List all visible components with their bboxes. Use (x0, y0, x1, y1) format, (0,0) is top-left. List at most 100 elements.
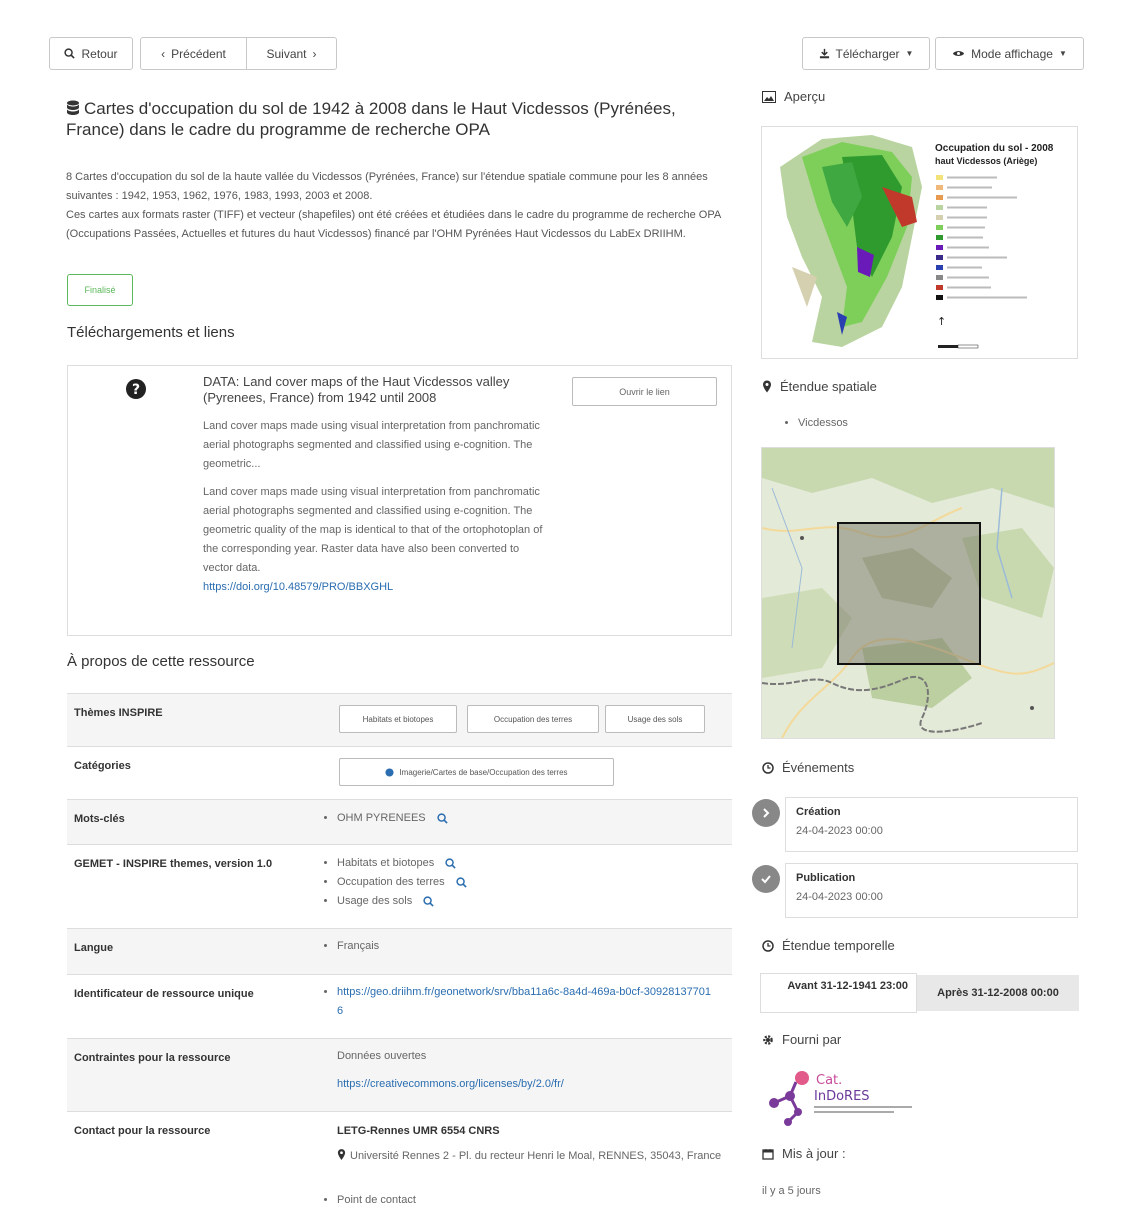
temporal-after: Après 31-12-2008 00:00 (917, 975, 1079, 1011)
spatial-heading: Étendue spatiale (762, 379, 877, 394)
download-label: Télécharger (835, 46, 900, 61)
image-icon (762, 90, 776, 103)
list-item: Français (337, 937, 379, 956)
legend-title: Occupation du sol - 2008 (935, 143, 1054, 154)
category-button[interactable]: Imagerie/Cartes de base/Occupation des t… (339, 758, 614, 786)
doi-link[interactable]: https://doi.org/10.48579/PRO/BBXGHL (203, 581, 393, 593)
places-list: Vicdessos (762, 417, 848, 429)
caret-down-icon: ▼ (905, 49, 914, 58)
map-marker-icon (337, 1149, 346, 1160)
provider-logo-text-2: InDoRES (814, 1089, 870, 1104)
list-item: Occupation des terres (337, 873, 467, 892)
gemet-list: Habitats et biotopes Occupation des terr… (322, 854, 467, 911)
link-title: DATA: Land cover maps of the Haut Vicdes… (203, 374, 510, 405)
provider-logo[interactable]: Cat. InDoRES (762, 1068, 922, 1128)
spatial-heading-text: Étendue spatiale (780, 379, 877, 394)
contact-label: Contact pour la ressource (74, 1125, 211, 1137)
list-item: Usage des sols (337, 892, 467, 911)
search-icon[interactable] (445, 857, 456, 869)
provider-logo-text-1: Cat. (816, 1073, 842, 1088)
gemet-item-3: Usage des sols (337, 895, 413, 907)
row-constraints: Contraintes pour la ressource Données ou… (67, 1038, 732, 1111)
list-item: OHM PYRENEES (337, 809, 448, 828)
temporal-heading-text: Étendue temporelle (782, 938, 895, 953)
row-language: Langue Français (67, 928, 732, 974)
contact-address-block: Université Rennes 2 - Pl. du recteur Hen… (337, 1145, 727, 1167)
database-icon (67, 100, 79, 115)
row-inspire: Thèmes INSPIRE Habitats et biotopes Occu… (67, 693, 732, 746)
creation-label: Création (796, 806, 841, 818)
clock-icon (762, 939, 774, 952)
row-contact: Contact pour la ressource LETG-Rennes UM… (67, 1111, 732, 1229)
open-link-button[interactable]: Ouvrir le lien (572, 377, 717, 406)
provided-heading: Fourni par (762, 1032, 841, 1047)
check-icon (752, 865, 780, 893)
previous-label: Précédent (171, 46, 226, 61)
identifier-link[interactable]: https://geo.driihm.fr/geonetwork/srv/bba… (337, 986, 711, 1017)
identifier-label: Identificateur de ressource unique (74, 988, 254, 1000)
view-mode-button[interactable]: Mode affichage ▼ (935, 37, 1084, 70)
events-heading: Événements (762, 760, 854, 775)
keyword-text: OHM PYRENEES (337, 812, 426, 824)
gear-icon (763, 1034, 773, 1045)
row-identifier: Identificateur de ressource unique https… (67, 974, 732, 1038)
preview-heading-text: Aperçu (784, 89, 826, 104)
row-keywords: Mots-clés OHM PYRENEES (67, 799, 732, 844)
downloads-heading: Téléchargements et liens (67, 324, 235, 341)
gemet-label: GEMET - INSPIRE themes, version 1.0 (74, 858, 273, 870)
categories-label: Catégories (74, 760, 131, 772)
download-icon (819, 48, 829, 59)
previous-button[interactable]: ‹ Précédent (140, 37, 247, 70)
contact-org: LETG-Rennes UMR 6554 CNRS (337, 1125, 500, 1137)
identifier-list: https://geo.driihm.fr/geonetwork/srv/bba… (322, 983, 712, 1021)
view-mode-label: Mode affichage (971, 46, 1053, 61)
category-text: Imagerie/Cartes de base/Occupation des t… (399, 767, 568, 777)
topographic-map (761, 448, 1055, 739)
events-heading-text: Événements (782, 760, 855, 775)
back-button[interactable]: Retour (49, 37, 133, 70)
question-circle-icon: ? (126, 379, 146, 399)
svg-text:?: ? (132, 382, 140, 398)
updated-heading: Mis à jour : (762, 1146, 846, 1161)
download-button[interactable]: Télécharger ▼ (802, 37, 930, 70)
next-button[interactable]: Suivant › (246, 37, 337, 70)
preview-heading: Aperçu (762, 89, 825, 104)
search-icon[interactable] (423, 895, 434, 907)
clock-icon (762, 761, 774, 774)
search-icon[interactable] (456, 876, 467, 888)
link-card: ? DATA: Land cover maps of the Haut Vicd… (67, 365, 732, 636)
temporal-heading: Étendue temporelle (762, 938, 895, 953)
keywords-list: OHM PYRENEES (322, 809, 448, 828)
page-title: Cartes d'occupation du sol de 1942 à 200… (66, 98, 706, 140)
link-short-description: Land cover maps made using visual interp… (203, 420, 540, 470)
abstract-paragraph-1: 8 Cartes d'occupation du sol de la haute… (66, 171, 708, 202)
gemet-item-2: Occupation des terres (337, 876, 445, 888)
constraints-value: Données ouvertes (337, 1050, 427, 1062)
molecule-icon (769, 1071, 809, 1126)
updated-heading-text: Mis à jour : (782, 1146, 846, 1161)
row-categories: Catégories Imagerie/Cartes de base/Occup… (67, 746, 732, 799)
updated-value: il y a 5 jours (762, 1185, 821, 1197)
abstract-paragraph-2: Ces cartes aux formats raster (TIFF) et … (66, 209, 721, 240)
search-icon (64, 48, 76, 59)
creation-date: 24-04-2023 00:00 (796, 825, 883, 837)
publication-date: 24-04-2023 00:00 (796, 891, 883, 903)
extent-map[interactable] (761, 447, 1055, 739)
chevron-left-icon: ‹ (161, 46, 166, 61)
legend-subtitle: haut Vicdessos (Ariège) (935, 156, 1037, 166)
back-label: Retour (81, 46, 118, 61)
preview-thumbnail[interactable]: Occupation du sol - 2008 haut Vicdessos … (761, 126, 1078, 359)
status-badge: Finalisé (67, 274, 133, 306)
search-icon[interactable] (437, 812, 448, 824)
event-publication: Publication 24-04-2023 00:00 (785, 863, 1078, 918)
link-full-description: Land cover maps made using visual interp… (203, 483, 543, 597)
tag-occupation[interactable]: Occupation des terres (467, 705, 599, 733)
tag-usage[interactable]: Usage des sols (605, 705, 705, 733)
arrow-right-icon (752, 799, 780, 827)
tag-habitats[interactable]: Habitats et biotopes (339, 705, 457, 733)
globe-icon (385, 767, 395, 777)
language-label: Langue (74, 942, 114, 954)
license-link[interactable]: https://creativecommons.org/licenses/by/… (337, 1075, 564, 1094)
next-label: Suivant (266, 46, 307, 61)
contact-address: Université Rennes 2 - Pl. du recteur Hen… (350, 1150, 722, 1162)
